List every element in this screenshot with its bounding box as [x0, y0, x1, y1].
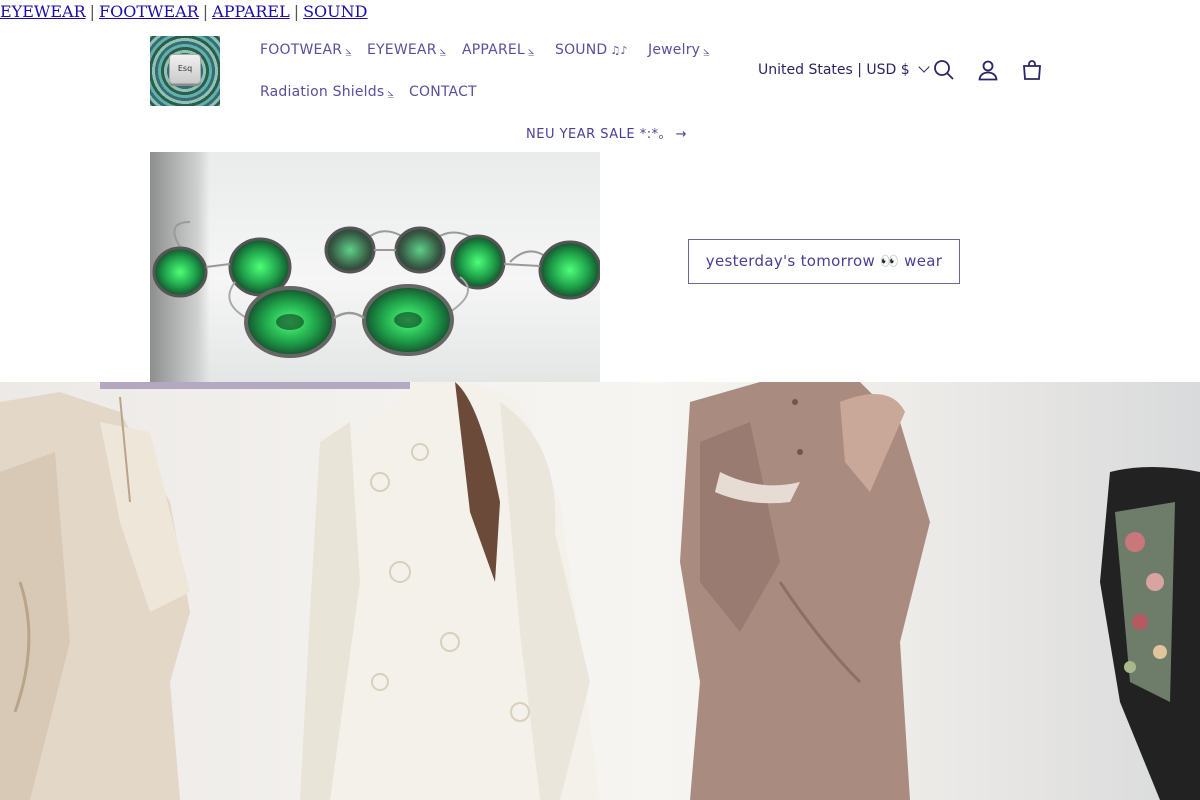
- nav-radiation-shields[interactable]: Radiation Shields ⦥: [260, 84, 394, 100]
- logo-key: Esq: [169, 54, 201, 84]
- separator: |: [202, 2, 209, 21]
- top-link-bar: EYEWEAR | FOOTWEAR | APPAREL | SOUND: [0, 2, 367, 24]
- nav-apparel[interactable]: APPAREL ⦥: [462, 42, 534, 58]
- hero-shop-button[interactable]: yesterday's tomorrow 👀 wear: [688, 239, 960, 284]
- chevron-icon: ⦥: [439, 44, 447, 57]
- search-icon[interactable]: [932, 58, 956, 82]
- sale-announcement-link[interactable]: NEU YEAR SALE *:*｡ →: [526, 123, 687, 142]
- chevron-icon: ⦥: [345, 44, 352, 57]
- nav-label: Jewelry: [648, 42, 701, 58]
- nav-label: CONTACT: [409, 84, 477, 100]
- nav-label: SOUND: [555, 42, 608, 58]
- locale-label: United States | USD $: [758, 62, 910, 78]
- chevron-icon: ⦥: [527, 44, 535, 57]
- top-link-footwear[interactable]: FOOTWEAR: [99, 2, 199, 21]
- nav-label: FOOTWEAR: [260, 42, 343, 58]
- top-link-apparel[interactable]: APPAREL: [212, 2, 290, 21]
- nav-contact[interactable]: CONTACT: [409, 84, 477, 100]
- top-link-eyewear[interactable]: EYEWEAR: [0, 2, 86, 21]
- nav-label: APPAREL: [462, 42, 525, 58]
- glasses-illustration: [152, 221, 600, 358]
- chevron-icon: ⦥: [703, 44, 710, 57]
- nav-jewelry[interactable]: Jewelry ⦥: [648, 42, 710, 58]
- nav-label: EYEWEAR: [367, 42, 437, 58]
- site-logo[interactable]: Esq: [150, 36, 220, 106]
- nav-eyewear[interactable]: EYEWEAR ⦥: [367, 42, 446, 58]
- music-note-icon: ♫♪: [610, 44, 628, 57]
- nav-footwear[interactable]: FOOTWEAR ⦥: [260, 42, 352, 58]
- sale-label: NEU YEAR SALE *:*｡: [526, 127, 666, 142]
- country-currency-selector[interactable]: United States | USD $: [758, 61, 930, 78]
- arrow-right-icon: →: [675, 127, 688, 142]
- cart-icon[interactable]: [1020, 58, 1044, 82]
- fashion-illustration: [0, 382, 1200, 800]
- top-link-sound[interactable]: SOUND: [303, 2, 367, 21]
- nav-label: Radiation Shields: [260, 84, 385, 100]
- chevron-icon: ⦥: [387, 86, 394, 99]
- chevron-down-icon: [918, 61, 930, 73]
- fashion-banner-image: [0, 382, 1200, 800]
- separator: |: [89, 2, 96, 21]
- hero-glasses-image: [150, 152, 600, 382]
- account-icon[interactable]: [976, 58, 1000, 82]
- nav-sound[interactable]: SOUND ♫♪: [555, 42, 628, 58]
- separator: |: [293, 2, 300, 21]
